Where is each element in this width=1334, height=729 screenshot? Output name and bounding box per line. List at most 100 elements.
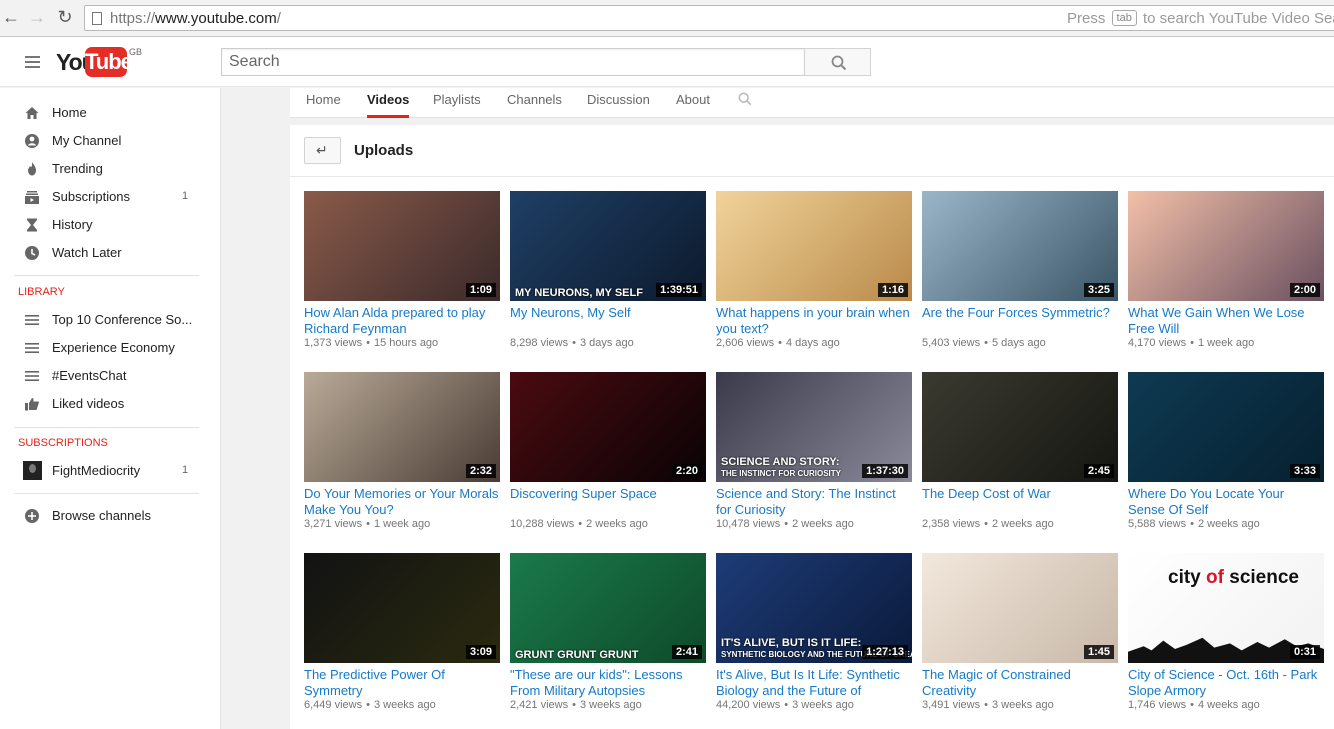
video-card[interactable]: 3:33 Where Do You Locate Your Sense Of Se… xyxy=(1128,372,1324,530)
video-thumbnail[interactable]: city of science 0:31 xyxy=(1128,553,1324,663)
browse-channels-link[interactable]: Browse channels xyxy=(0,503,221,531)
forward-arrow-icon[interactable]: → xyxy=(26,6,48,28)
person-icon xyxy=(24,133,40,149)
search-input[interactable]: Search xyxy=(221,48,805,76)
tab-channels[interactable]: Channels xyxy=(507,92,562,118)
video-thumbnail[interactable]: GRUNT GRUNT GRUNT 2:41 xyxy=(510,553,706,663)
view-count: 6,449 views xyxy=(304,699,363,711)
video-thumbnail[interactable]: MY NEURONS, MY SELF 1:39:51 xyxy=(510,191,706,301)
library-item-label: Liked videos xyxy=(52,396,125,411)
video-title-link[interactable]: What happens in your brain when you text… xyxy=(716,305,912,337)
video-thumbnail[interactable]: 1:16 xyxy=(716,191,912,301)
video-thumbnail[interactable]: 2:32 xyxy=(304,372,500,482)
video-card[interactable]: GRUNT GRUNT GRUNT 2:41 "These are our kids… xyxy=(510,553,706,711)
video-card[interactable]: 2:32 Do Your Memories or Your Morals Make… xyxy=(304,372,500,530)
video-card[interactable]: 1:09 How Alan Alda prepared to play Richa… xyxy=(304,191,500,349)
video-title-link[interactable]: City of Science - Oct. 16th - Park Slope… xyxy=(1128,667,1324,699)
back-button[interactable]: ↵ xyxy=(304,137,341,164)
video-duration: 1:27:13 xyxy=(862,645,908,659)
video-thumbnail[interactable]: 2:20 xyxy=(510,372,706,482)
sidebar-item-history[interactable]: History xyxy=(0,212,221,240)
sidebar-item-trending[interactable]: Trending xyxy=(0,156,221,184)
search-button[interactable] xyxy=(804,48,871,76)
subscription-item[interactable]: FightMediocrity 1 xyxy=(0,458,221,486)
tab-about[interactable]: About xyxy=(676,92,710,118)
video-title-link[interactable]: How Alan Alda prepared to play Richard F… xyxy=(304,305,500,337)
uploads-header: ↵ Uploads xyxy=(290,125,1334,177)
home-icon xyxy=(24,105,40,121)
video-thumbnail[interactable]: 2:45 xyxy=(922,372,1118,482)
video-thumbnail[interactable]: 2:00 xyxy=(1128,191,1324,301)
library-item[interactable]: Top 10 Conference So... xyxy=(0,307,221,335)
youtube-header: You Tube GB Search xyxy=(0,37,1334,87)
video-title-link[interactable]: "These are our kids": Lessons From Milit… xyxy=(510,667,706,699)
video-thumbnail[interactable]: 1:09 xyxy=(304,191,500,301)
video-card[interactable]: SCIENCE AND STORY: THE INSTINCT FOR CURIO… xyxy=(716,372,912,530)
video-card[interactable]: city of science 0:31 City of Science - Oct… xyxy=(1128,553,1324,711)
video-thumbnail[interactable]: SCIENCE AND STORY: THE INSTINCT FOR CURIO… xyxy=(716,372,912,482)
video-thumbnail[interactable]: 1:45 xyxy=(922,553,1118,663)
tab-playlists[interactable]: Playlists xyxy=(433,92,481,118)
video-duration: 2:45 xyxy=(1083,464,1114,478)
back-arrow-icon[interactable]: ← xyxy=(0,6,22,28)
meta-separator: • xyxy=(572,337,576,349)
video-card[interactable]: IT'S ALIVE, BUT IS IT LIFE: SYNTHETIC BIO… xyxy=(716,553,912,711)
guide-sidebar: Home My Channel Trending Subscriptions 1 Hist… xyxy=(0,88,221,729)
video-thumbnail[interactable]: 3:33 xyxy=(1128,372,1324,482)
sidebar-item-count: 1 xyxy=(182,190,189,202)
view-count: 10,478 views xyxy=(716,518,781,530)
video-title-link[interactable]: Discovering Super Space xyxy=(510,486,706,518)
video-duration: 3:33 xyxy=(1289,464,1320,478)
main-content: ↵ Uploads 1:09 How Alan Alda prepared to … xyxy=(290,125,1334,729)
video-card[interactable]: 1:16 What happens in your brain when you … xyxy=(716,191,912,349)
video-title-link[interactable]: The Deep Cost of War xyxy=(922,486,1118,518)
video-title-link[interactable]: Science and Story: The Instinct for Curi… xyxy=(716,486,912,518)
reload-icon[interactable]: ↻ xyxy=(54,6,76,28)
sidebar-divider xyxy=(14,275,199,276)
video-card[interactable]: 2:00 What We Gain When We Lose Free Will 4… xyxy=(1128,191,1324,349)
meta-separator: • xyxy=(984,699,988,711)
library-item[interactable]: Liked videos xyxy=(0,391,221,419)
channel-search-icon[interactable] xyxy=(738,92,752,111)
video-card[interactable]: 2:20 Discovering Super Space 10,288 views •… xyxy=(510,372,706,530)
video-title-link[interactable]: The Predictive Power Of Symmetry xyxy=(304,667,500,699)
tab-videos[interactable]: Videos xyxy=(367,92,410,118)
video-card[interactable]: 3:25 Are the Four Forces Symmetric? 5,403 … xyxy=(922,191,1118,349)
video-title-link[interactable]: It's Alive, But Is It Life: Synthetic Bi… xyxy=(716,667,912,699)
sidebar-item-watch-later[interactable]: Watch Later xyxy=(0,240,221,268)
video-card[interactable]: 3:09 The Predictive Power Of Symmetry 6,44… xyxy=(304,553,500,711)
library-item[interactable]: #EventsChat xyxy=(0,363,221,391)
tab-home[interactable]: Home xyxy=(306,92,341,118)
video-card[interactable]: MY NEURONS, MY SELF 1:39:51 My Neurons, My… xyxy=(510,191,706,349)
sidebar-item-label: Trending xyxy=(52,161,103,176)
video-title-link[interactable]: My Neurons, My Self xyxy=(510,305,706,337)
video-title-link[interactable]: Where Do You Locate Your Sense Of Self xyxy=(1128,486,1324,518)
library-item[interactable]: Experience Economy xyxy=(0,335,221,363)
video-meta: 2,606 views • 4 days ago xyxy=(716,337,912,349)
sidebar-item-subscriptions[interactable]: Subscriptions 1 xyxy=(0,184,221,212)
video-thumbnail[interactable]: 3:09 xyxy=(304,553,500,663)
video-title-link[interactable]: The Magic of Constrained Creativity xyxy=(922,667,1118,699)
browser-toolbar: ← → ↻ https://www.youtube.com/ Press tab… xyxy=(0,0,1334,37)
video-thumbnail[interactable]: 3:25 xyxy=(922,191,1118,301)
video-title-link[interactable]: Are the Four Forces Symmetric? xyxy=(922,305,1118,337)
sidebar-item-home[interactable]: Home xyxy=(0,100,221,128)
video-duration: 1:37:30 xyxy=(862,464,908,478)
view-count: 3,491 views xyxy=(922,699,981,711)
video-card[interactable]: 1:45 The Magic of Constrained Creativity 3… xyxy=(922,553,1118,711)
meta-separator: • xyxy=(572,699,576,711)
guide-menu-icon[interactable] xyxy=(25,56,40,68)
video-card[interactable]: 2:45 The Deep Cost of War 2,358 views • 2 we… xyxy=(922,372,1118,530)
upload-age: 2 weeks ago xyxy=(991,518,1054,530)
video-title-link[interactable]: Do Your Memories or Your Morals Make You… xyxy=(304,486,500,518)
video-meta: 44,200 views • 3 weeks ago xyxy=(716,699,912,711)
sidebar-item-my-channel[interactable]: My Channel xyxy=(0,128,221,156)
video-meta: 5,588 views • 2 weeks ago xyxy=(1128,518,1324,530)
logo-word: city xyxy=(1168,567,1201,588)
sidebar-item-label: History xyxy=(52,217,93,232)
tab-discussion[interactable]: Discussion xyxy=(587,92,650,118)
meta-separator: • xyxy=(578,518,583,530)
video-thumbnail[interactable]: IT'S ALIVE, BUT IS IT LIFE: SYNTHETIC BIO… xyxy=(716,553,912,663)
video-title-link[interactable]: What We Gain When We Lose Free Will xyxy=(1128,305,1324,337)
address-bar[interactable]: https://www.youtube.com/ Press tab to se… xyxy=(84,5,1334,31)
